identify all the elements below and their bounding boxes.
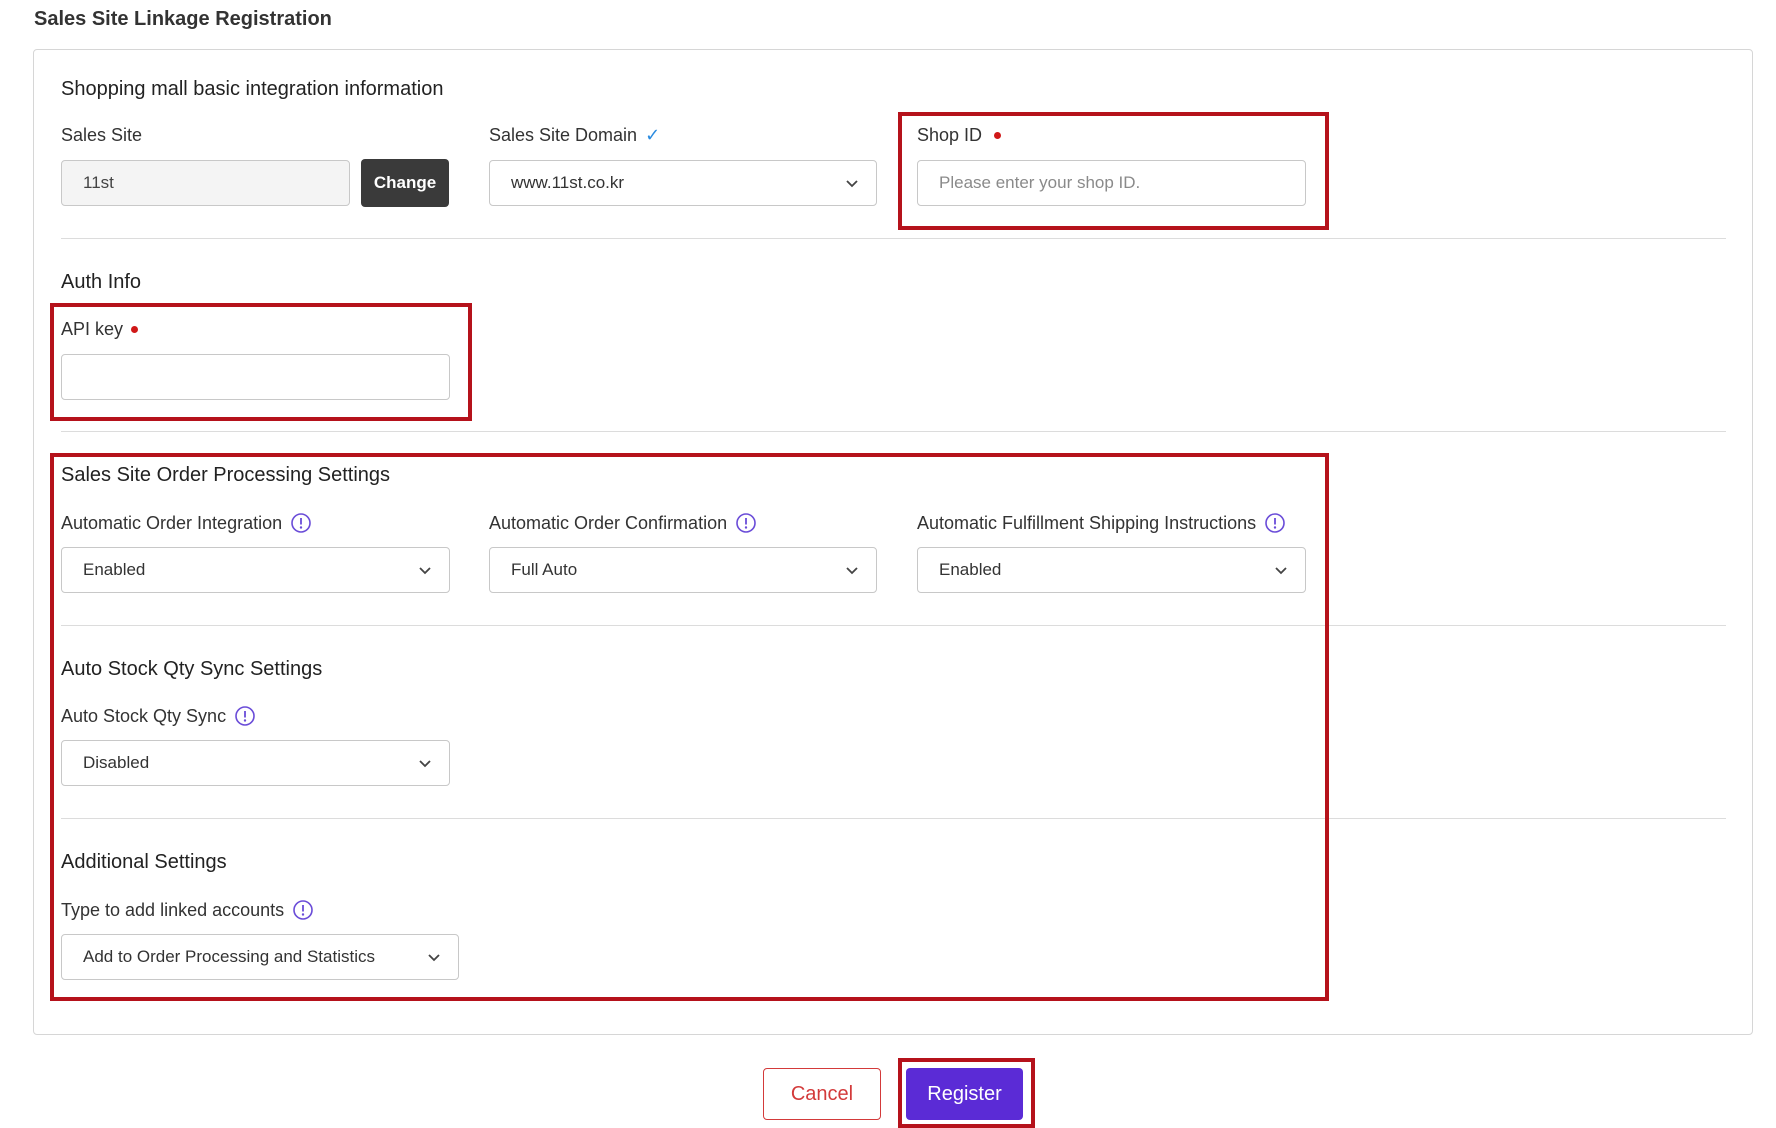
sales-site-domain-label-text: Sales Site Domain [489,125,638,145]
page-title: Sales Site Linkage Registration [34,8,332,30]
basic-info-section-title: Shopping mall basic integration informat… [61,78,444,100]
section-divider [61,238,1726,239]
section-divider [61,431,1726,432]
change-sales-site-button[interactable]: Change [361,159,449,207]
sales-site-domain-label: Sales Site Domain ✓ [489,125,660,146]
highlight-box-settings [50,453,1329,1001]
sales-site-domain-select[interactable]: www.11st.co.kr [489,160,877,206]
sales-site-field: 11st [61,160,350,206]
highlight-box-api-key [50,303,472,421]
sales-site-label: Sales Site [61,125,142,146]
auth-info-section-title: Auth Info [61,271,142,293]
sales-site-value: 11st [83,173,114,192]
cancel-button[interactable]: Cancel [763,1068,881,1120]
highlight-box-shop-id [898,112,1329,230]
highlight-box-register [898,1058,1035,1128]
chevron-down-icon [846,180,858,188]
sales-site-label-text: Sales Site [61,125,143,145]
checkmark-icon: ✓ [645,125,661,145]
sales-site-domain-value: www.11st.co.kr [511,173,625,192]
